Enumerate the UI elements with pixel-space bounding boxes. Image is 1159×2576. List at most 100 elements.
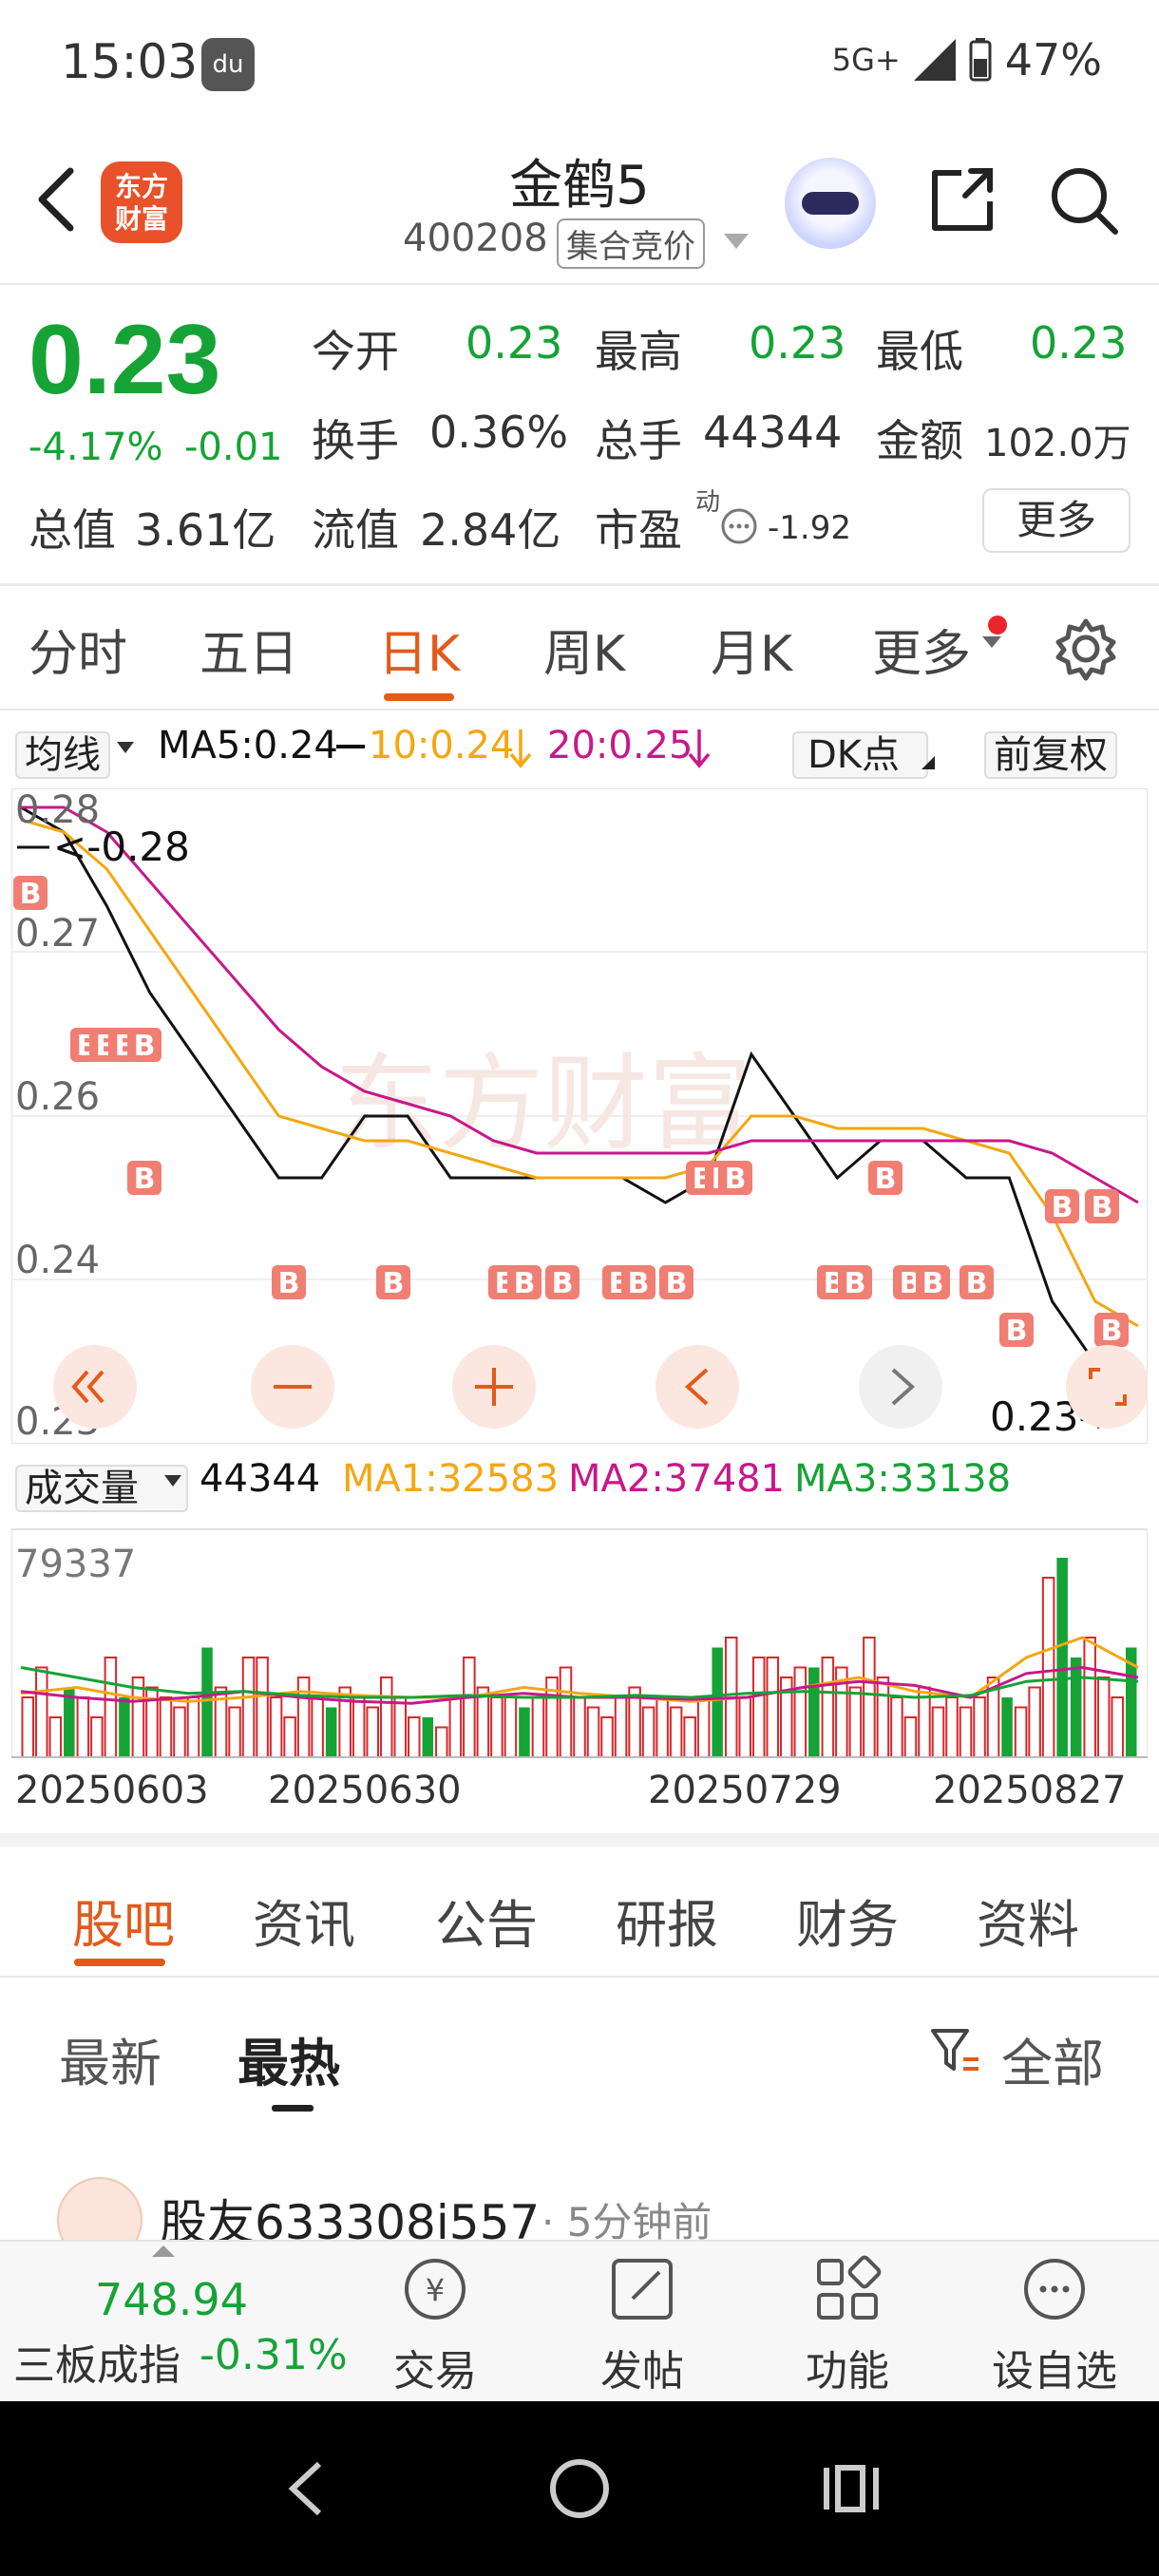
adjust-label: 前复权 [984, 731, 1117, 779]
volume-bar [903, 1716, 918, 1758]
tab-more[interactable]: 更多 [872, 614, 971, 685]
volume-bar [186, 1696, 200, 1758]
volume-bar [793, 1666, 808, 1758]
pe-label: 市盈 [595, 504, 682, 556]
volume-bar [559, 1666, 573, 1758]
search-icon[interactable] [1045, 161, 1121, 237]
section-tab-underline [74, 1959, 165, 1966]
buy-signal-label: B [922, 1267, 944, 1300]
y-tick-024: 0.24 [15, 1239, 100, 1282]
post-label: 发帖 [600, 2347, 684, 2396]
low-label: 最低 [876, 326, 963, 377]
index-percent[interactable]: -0.31% [200, 2331, 348, 2379]
vol-ma1: MA1:32583 [342, 1457, 560, 1501]
volume-bar [973, 1696, 986, 1758]
buy-signal-label: B [875, 1163, 897, 1196]
battery-icon [969, 38, 992, 82]
post-button[interactable]: 发帖 [576, 2251, 709, 2397]
fullscreen-button[interactable] [1066, 1345, 1148, 1429]
volume-dropdown-icon [164, 1475, 181, 1487]
subtab-hot[interactable]: 最热 [238, 2021, 340, 2096]
tab-monthly-k[interactable]: 月K [711, 614, 792, 685]
more-button[interactable]: 更多 [982, 488, 1130, 553]
tab-news[interactable]: 资讯 [253, 1883, 355, 1958]
change-amount: -0.01 [184, 426, 283, 469]
volume-bar [269, 1696, 283, 1758]
date-label-3: 20250729 [648, 1769, 842, 1812]
ma-selector[interactable]: 均线 [15, 724, 110, 779]
info-dots-icon[interactable] [720, 507, 758, 545]
tab-profile[interactable]: 资料 [977, 1883, 1079, 1958]
index-up-caret-icon[interactable] [152, 2244, 175, 2257]
tab-daily-k[interactable]: 日K [378, 614, 460, 685]
volume-bar [48, 1716, 63, 1758]
tabs-divider [0, 709, 1159, 710]
float-value: 2.84亿 [420, 504, 561, 556]
volume-bar [104, 1657, 118, 1758]
volume-bar [283, 1716, 296, 1758]
nav-back-icon[interactable] [281, 2458, 329, 2519]
battery-label: 47% [1004, 34, 1102, 85]
filter-all[interactable]: 全部 [1001, 2021, 1104, 2096]
chart-next-button[interactable] [859, 1345, 942, 1429]
volume-bar [586, 1706, 600, 1758]
turnover-label: 换手 [312, 415, 399, 466]
network-label: 5G+ [831, 42, 901, 78]
tab-five-day[interactable]: 五日 [200, 614, 298, 685]
add-watchlist-button[interactable]: 设自选 [988, 2251, 1121, 2397]
chart-rewind-button[interactable] [53, 1345, 137, 1429]
buy-signal-label: B [845, 1267, 866, 1300]
volume-selector[interactable]: 成交量 [15, 1457, 188, 1512]
volume-bar [76, 1696, 90, 1758]
index-value[interactable]: 748.94 [95, 2274, 248, 2325]
nav-home-icon[interactable] [547, 2456, 612, 2521]
volume-max-label: 79337 [15, 1543, 136, 1586]
share-icon[interactable] [923, 161, 999, 237]
tab-announcements[interactable]: 公告 [435, 1883, 538, 1958]
dropdown-icon[interactable] [724, 234, 749, 253]
more-circle-icon [1024, 2259, 1085, 2320]
buy-signal-label: B [552, 1267, 574, 1300]
dk-corner-icon [922, 756, 935, 769]
ma5-value: MA5:0.24 [158, 724, 338, 767]
buy-signal-label: B [1101, 1315, 1123, 1348]
volume-bar [90, 1716, 104, 1758]
chart-prev-button[interactable] [656, 1345, 739, 1429]
nav-recents-icon[interactable] [821, 2462, 882, 2515]
tab-research[interactable]: 研报 [616, 1883, 718, 1958]
adjust-button[interactable]: 前复权 [984, 724, 1117, 779]
turnover-value: 0.36% [429, 407, 569, 458]
function-button[interactable]: 功能 [781, 2251, 914, 2397]
tab-finance[interactable]: 财务 [796, 1883, 899, 1958]
tab-guba[interactable]: 股吧 [72, 1883, 175, 1958]
index-name[interactable]: 三板成指 [13, 2331, 180, 2392]
subtab-underline [272, 2105, 314, 2112]
buy-signal-label: B [383, 1267, 405, 1300]
subtab-latest[interactable]: 最新 [59, 2021, 162, 2096]
volume-bar [683, 1716, 696, 1758]
status-bar: 15:03 du 5G+ 47% [0, 0, 1159, 133]
volume-bar [751, 1657, 766, 1758]
dk-button[interactable]: DK点 [792, 724, 929, 779]
settings-gear-icon[interactable] [1053, 616, 1119, 682]
volume-bar [600, 1716, 614, 1758]
volume-bar [379, 1676, 393, 1758]
volume-bar [573, 1696, 586, 1758]
section-spacer [0, 1833, 1159, 1847]
volume-bar [808, 1667, 820, 1757]
kline-chart[interactable]: 东方财富 0.28 0.27 0.26 0.24 0.23 <-0.28 0.2… [11, 788, 1148, 1444]
filter-icon[interactable] [929, 2025, 982, 2078]
ma-selector-label: 均线 [15, 731, 110, 779]
tab-weekly-k[interactable]: 周K [543, 614, 625, 685]
zoom-out-button[interactable] [251, 1345, 334, 1429]
system-nav-bar [0, 2401, 1159, 2576]
volume-bar [366, 1706, 379, 1758]
tab-intraday[interactable]: 分时 [28, 614, 127, 685]
trade-button[interactable]: ¥ 交易 [369, 2251, 502, 2397]
volume-chart[interactable]: 79337 [11, 1520, 1148, 1767]
volume-bar [1028, 1686, 1041, 1758]
zoom-in-button[interactable] [452, 1345, 536, 1429]
volume-bar [422, 1717, 434, 1757]
amount-value: 102.0万 [984, 422, 1131, 465]
assistant-robot-icon[interactable] [785, 158, 876, 249]
